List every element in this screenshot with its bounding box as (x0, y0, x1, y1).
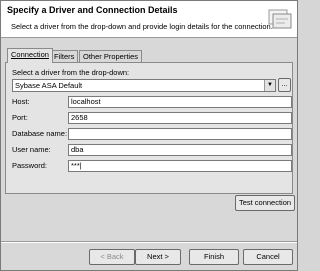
host-label: Host: (12, 97, 30, 106)
port-label: Port: (12, 113, 28, 122)
finish-button[interactable]: Finish (189, 249, 239, 265)
dialog-header: Specify a Driver and Connection Details … (1, 1, 297, 38)
cancel-button-label: Cancel (256, 252, 280, 261)
back-button-label: < Back (100, 252, 124, 261)
password-label: Password: (12, 161, 48, 170)
finish-button-label: Finish (203, 252, 224, 261)
database-connection-icon (268, 9, 292, 29)
dialog-description: Select a driver from the drop-down and p… (11, 22, 273, 31)
driver-dropdown[interactable]: Sybase ASA Default ▼ (12, 79, 276, 92)
password-field[interactable]: ***| (68, 160, 292, 172)
host-field[interactable]: localhost (68, 96, 292, 108)
tab-filters-label: Filters (54, 52, 75, 61)
back-button[interactable]: < Back (89, 249, 135, 265)
user-name-label: User name: (12, 145, 51, 154)
next-button[interactable]: Next > (135, 249, 181, 265)
port-field[interactable]: 2658 (68, 112, 292, 124)
driver-label: Select a driver from the drop-down: (12, 68, 130, 77)
driver-selected-value: Sybase ASA Default (15, 81, 83, 90)
browse-driver-button[interactable]: ... (278, 78, 291, 92)
chevron-down-icon[interactable]: ▼ (264, 80, 275, 91)
tab-other-properties[interactable]: Other Properties (79, 50, 143, 62)
tab-connection[interactable]: Connection (7, 48, 53, 63)
tab-other-properties-label: Other Properties (83, 52, 139, 61)
dialog-title: Specify a Driver and Connection Details (7, 5, 178, 15)
database-name-field[interactable] (68, 128, 292, 140)
footer-divider (1, 241, 297, 243)
cancel-button[interactable]: Cancel (243, 249, 293, 265)
database-name-label: Database name: (12, 129, 68, 138)
connection-panel: Select a driver from the drop-down: Syba… (5, 62, 293, 194)
user-name-field[interactable]: dba (68, 144, 292, 156)
next-button-label: Next > (147, 252, 169, 261)
test-connection-button[interactable]: Test connection (235, 195, 295, 211)
dialog-window: Specify a Driver and Connection Details … (0, 0, 298, 271)
tab-filters[interactable]: Filters (50, 50, 79, 62)
tab-connection-label: Connection (11, 50, 49, 59)
